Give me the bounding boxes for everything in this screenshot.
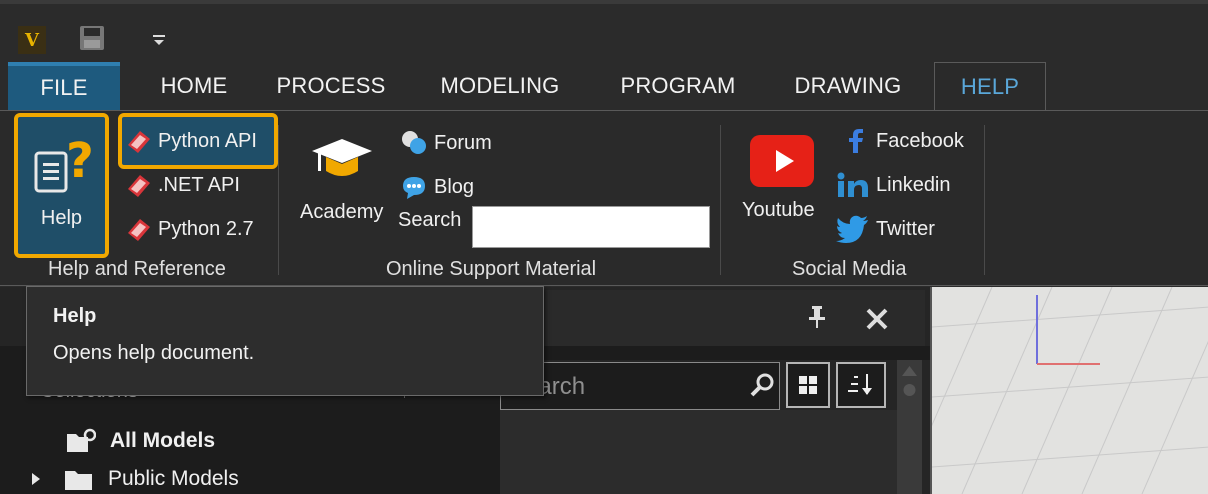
group-label-online-support: Online Support Material: [386, 258, 597, 280]
facebook-icon: [849, 129, 863, 153]
linkedin-label: Linkedin: [876, 173, 951, 196]
linkedin-button[interactable]: Linkedin: [836, 167, 951, 203]
ribbon-tabs: FILE HOME PROCESS MODELING PROGRAM DRAWI…: [0, 62, 1208, 110]
tab-drawing[interactable]: DRAWING: [778, 62, 918, 110]
search-label: Search: [398, 209, 462, 231]
viewport-grid: [932, 287, 1208, 494]
youtube-icon: [750, 135, 814, 187]
tab-modeling[interactable]: MODELING: [424, 62, 576, 110]
3d-viewport[interactable]: [930, 287, 1208, 494]
expand-arrow-icon[interactable]: [30, 471, 42, 487]
online-search-input[interactable]: [472, 206, 710, 248]
tooltip-body: Opens help document.: [53, 342, 255, 364]
save-icon[interactable]: [78, 24, 106, 52]
twitter-label: Twitter: [876, 217, 935, 240]
quick-access-dropdown-icon[interactable]: [152, 32, 166, 48]
search-icon[interactable]: [748, 371, 776, 399]
net-api-button[interactable]: .NET API: [124, 167, 240, 203]
grid-icon: [799, 376, 817, 394]
python27-label: Python 2.7: [158, 217, 254, 240]
help-button-label: Help: [40, 207, 83, 229]
forum-button[interactable]: Forum: [400, 125, 492, 161]
book-icon: [128, 175, 150, 197]
book-icon: [128, 219, 150, 241]
blog-button[interactable]: Blog: [400, 169, 474, 205]
book-icon: [128, 131, 150, 153]
group-separator: [984, 125, 985, 275]
results-area: [500, 410, 897, 494]
group-separator: [720, 125, 721, 275]
python-api-button[interactable]: Python API: [124, 123, 257, 159]
forum-icon: [402, 131, 426, 154]
help-tooltip: Help Opens help document.: [26, 286, 544, 396]
forum-label: Forum: [434, 131, 492, 154]
python-api-label: Python API: [158, 129, 257, 152]
scroll-up-arrow-icon[interactable]: [897, 360, 922, 400]
help-document-icon: ?: [34, 133, 92, 193]
academy-button[interactable]: Academy: [298, 125, 390, 231]
youtube-button[interactable]: Youtube: [738, 131, 830, 231]
close-icon[interactable]: [864, 306, 890, 332]
group-separator: [278, 125, 279, 275]
academy-label: Academy: [300, 201, 384, 223]
facebook-button[interactable]: Facebook: [842, 123, 964, 159]
svg-text:?: ?: [66, 133, 92, 189]
folder-icon: [65, 471, 92, 490]
tab-process[interactable]: PROCESS: [268, 62, 394, 110]
tab-help[interactable]: HELP: [934, 62, 1046, 110]
group-label-help-reference: Help and Reference: [48, 258, 226, 280]
chat-bubble-icon: [403, 177, 425, 199]
sort-button[interactable]: [836, 362, 886, 408]
twitter-icon: [836, 215, 868, 243]
vertical-scrollbar[interactable]: [897, 360, 922, 494]
tab-file[interactable]: FILE: [8, 62, 120, 110]
group-label-social-media: Social Media: [792, 258, 907, 280]
blog-label: Blog: [434, 175, 475, 198]
help-button[interactable]: ? Help: [14, 113, 109, 258]
tooltip-title: Help: [53, 305, 97, 327]
grid-view-button[interactable]: [786, 362, 830, 408]
tab-program[interactable]: PROGRAM: [606, 62, 750, 110]
tree-item-public-models[interactable]: Public Models: [30, 466, 239, 492]
sort-icon: [848, 374, 872, 395]
graduation-cap-icon: [312, 139, 372, 176]
folder-settings-icon: [67, 428, 96, 452]
net-api-label: .NET API: [158, 173, 240, 196]
facebook-label: Facebook: [876, 129, 964, 152]
pin-icon[interactable]: [806, 304, 828, 330]
youtube-label: Youtube: [742, 199, 815, 221]
tree-item-all-models[interactable]: All Models: [66, 428, 215, 454]
twitter-button[interactable]: Twitter: [836, 211, 935, 247]
app-logo[interactable]: V: [18, 26, 46, 54]
title-bar: V: [0, 0, 1208, 62]
ribbon-panel: ? Help Python API .NET API Python 2.7 He…: [0, 110, 1208, 286]
python27-button[interactable]: Python 2.7: [124, 211, 254, 247]
linkedin-icon: [837, 172, 868, 197]
tree-item-label: Public Models: [108, 467, 239, 490]
tab-home[interactable]: HOME: [140, 62, 248, 110]
tree-item-label: All Models: [110, 429, 216, 452]
